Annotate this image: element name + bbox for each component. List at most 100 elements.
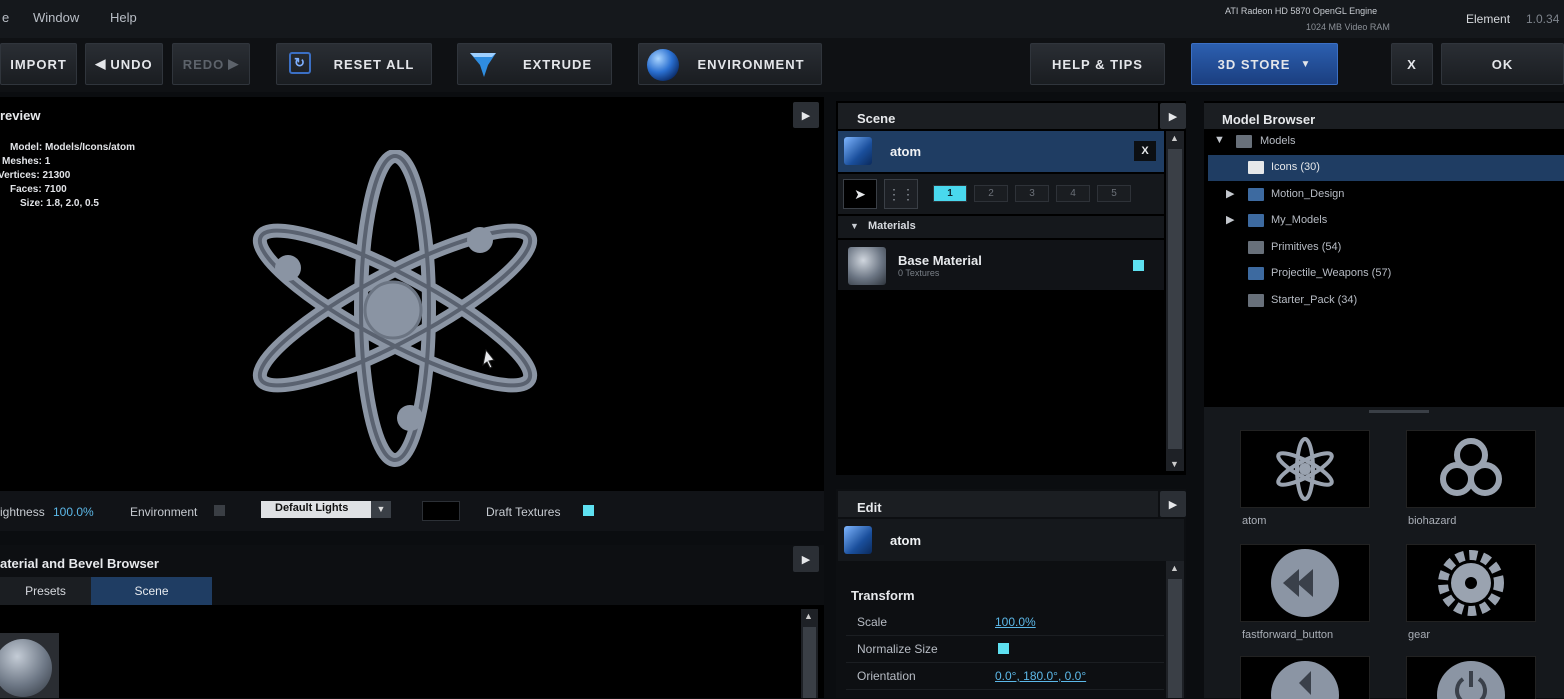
lights-value: Default Lights [275,502,349,514]
orientation-value[interactable]: 0.0°, 180.0°, 0.0° [995,669,1086,683]
material-sphere-icon [848,247,886,285]
brightness-value[interactable]: 100.0% [53,505,94,519]
preview-expand-button[interactable]: ▶ [793,102,819,128]
scroll-down-icon: ▼ [1170,459,1179,469]
reset-all-button[interactable]: ↻ RESET ALL [276,43,432,85]
model-info: Model: Models/Icons/atom Meshes: 1 Verti… [0,141,168,211]
layer-2-button[interactable]: 2 [974,185,1008,202]
material-row[interactable]: Base Material 0 Textures [838,240,1164,290]
edit-scrollbar[interactable]: ▲ [1166,561,1184,698]
normalize-checkbox[interactable] [998,643,1009,654]
thumbnail-play-button[interactable] [1240,656,1370,699]
tree-item-label: Starter_Pack (34) [1271,294,1358,306]
cancel-button[interactable]: X [1391,43,1433,85]
gpu-name: ATI Radeon HD 5870 OpenGL Engine [1225,6,1378,16]
scale-value[interactable]: 100.0% [995,615,1036,629]
tree-root-models[interactable]: ▼ Models [1208,129,1564,155]
layer-4-button[interactable]: 4 [1056,185,1090,202]
environment-checkbox[interactable] [214,505,225,516]
tree-item-projectile-weapons[interactable]: Projectile_Weapons (57) [1208,261,1564,287]
material-visible-checkbox[interactable] [1133,260,1144,271]
triangle-right-icon: ▶ [801,553,811,566]
layer-3-button[interactable]: 3 [1015,185,1049,202]
material-scroll-thumb[interactable] [803,627,816,698]
folder-icon [1248,294,1264,307]
help-tips-button[interactable]: HELP & TIPS [1030,43,1165,85]
triangle-right-icon: ▶ [801,109,811,122]
reset-all-label: RESET ALL [333,56,415,72]
scene-remove-button[interactable]: X [1134,141,1156,161]
tree-item-motion-design[interactable]: ▶ Motion_Design [1208,182,1564,208]
brightness-label: ightness [0,505,45,519]
chevron-down-icon: ▼ [371,501,391,518]
scene-scroll-thumb[interactable] [1168,149,1182,449]
material-sphere-icon [0,639,52,697]
menu-window[interactable]: Window [33,10,79,25]
thumbnail-biohazard[interactable] [1406,430,1536,508]
model-browser-header: Model Browser [1204,103,1564,129]
materials-section-header[interactable]: ▼ Materials [838,216,1164,238]
extrude-button[interactable]: EXTRUDE [457,43,612,85]
edit-scroll-thumb[interactable] [1168,579,1182,698]
folder-icon [1248,267,1264,280]
material-browser-expand-button[interactable]: ▶ [793,546,819,572]
thumbnail-atom[interactable] [1240,430,1370,508]
material-thumbnail[interactable] [0,633,59,698]
tree-item-starter-pack[interactable]: Starter_Pack (34) [1208,288,1564,314]
layer-5-button[interactable]: 5 [1097,185,1131,202]
preview-controls [0,491,824,531]
transform-label: Transform [851,588,915,603]
tree-item-primitives[interactable]: Primitives (54) [1208,235,1564,261]
edit-title: Edit [857,500,882,515]
grip-icon [1369,410,1429,413]
folder-icon [1236,135,1252,148]
import-button[interactable]: IMPORT [0,43,77,85]
normalize-row: Normalize Size [846,636,1164,663]
hierarchy-icon[interactable]: ➤ [843,179,877,209]
gear-icon [1438,550,1504,616]
cancel-label: X [1407,56,1417,72]
scene-header: Scene [838,103,1158,129]
ok-button[interactable]: OK [1441,43,1564,85]
menu-bar: e Window Help ATI Radeon HD 5870 OpenGL … [0,0,1564,38]
thumbnail-fastforward-button[interactable] [1240,544,1370,622]
menu-help[interactable]: Help [110,10,137,25]
layer-1-button[interactable]: 1 [933,185,967,202]
scene-expand-button[interactable]: ▶ [1160,103,1186,129]
help-tips-label: HELP & TIPS [1052,56,1143,72]
scene-title: Scene [857,111,896,126]
edit-header: Edit [838,491,1158,517]
tab-presets[interactable]: Presets [0,577,91,605]
3d-store-button[interactable]: 3D STORE ▼ [1191,43,1338,85]
draft-textures-checkbox[interactable] [583,505,594,516]
redo-button[interactable]: REDO ▶ [172,43,250,85]
material-scrollbar[interactable]: ▲ [801,609,818,698]
triangle-right-icon: ▶ [1168,110,1178,123]
atom-icon [1276,437,1334,501]
background-color-swatch[interactable] [422,501,460,521]
menu-edit[interactable]: e [2,10,9,25]
scene-object-row[interactable]: atom X [838,131,1164,172]
redo-label: REDO [182,56,225,72]
info-faces: Faces: 7100 [10,184,67,195]
info-model: Model: Models/Icons/atom [10,142,136,153]
edit-object-row: atom [838,519,1184,561]
thumbnail-gear[interactable] [1406,544,1536,622]
edit-expand-button[interactable]: ▶ [1160,491,1186,517]
undo-button[interactable]: ◀ UNDO [85,43,163,85]
folder-icon [1248,188,1264,201]
lights-dropdown[interactable]: Default Lights ▼ [261,501,391,518]
tree-item-icons[interactable]: Icons (30) [1208,155,1564,181]
orientation-label: Orientation [857,669,916,683]
scene-scrollbar[interactable]: ▲ ▼ [1166,131,1184,471]
folder-icon [1248,214,1264,227]
tab-scene[interactable]: Scene [91,577,212,605]
particles-icon[interactable]: ⋮⋮ [884,179,918,209]
environment-button[interactable]: ENVIRONMENT [638,43,822,85]
tree-item-my-models[interactable]: ▶ My_Models [1208,208,1564,234]
folder-icon [1248,241,1264,254]
tree-item-label: Primitives (54) [1271,241,1342,253]
reset-icon: ↻ [289,52,311,74]
split-handle[interactable] [1204,407,1564,419]
thumbnail-power-button[interactable] [1406,656,1536,699]
